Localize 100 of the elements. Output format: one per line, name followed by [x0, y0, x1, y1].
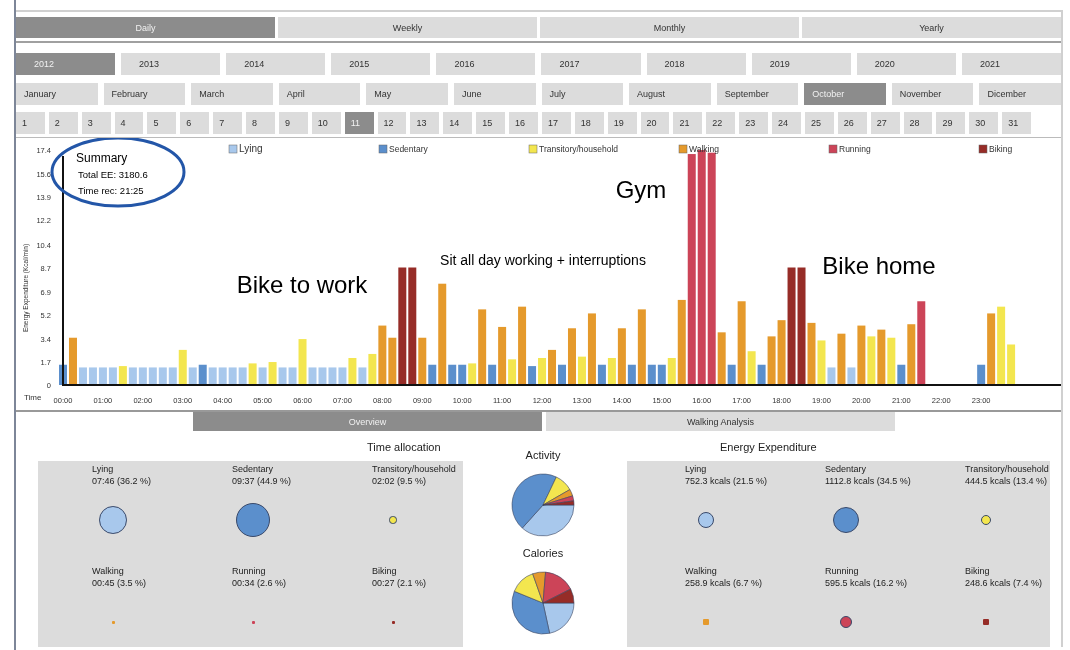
month-tab[interactable]: May: [366, 83, 448, 105]
day-tab[interactable]: 18: [574, 112, 604, 134]
activity-name: Sedentary: [232, 463, 275, 475]
period-tab[interactable]: Yearly: [802, 17, 1061, 38]
view-tab[interactable]: Walking Analysis: [546, 412, 895, 431]
chart-bar: [118, 366, 127, 385]
day-tab[interactable]: 25: [804, 112, 834, 134]
legend-label: Lying: [239, 143, 263, 154]
day-tab[interactable]: 19: [607, 112, 637, 134]
legend-swatch: [828, 144, 838, 154]
chart-bar: [328, 367, 337, 385]
chart-bar: [208, 367, 217, 385]
activity-value: 00:34 (2.6 %): [232, 577, 288, 589]
chart-bar: [218, 367, 227, 385]
day-tab[interactable]: 8: [246, 112, 275, 134]
chart-annotation: Sit all day working + interruptions: [440, 252, 646, 268]
year-tab[interactable]: 2019: [751, 53, 851, 75]
year-tab[interactable]: 2021: [961, 53, 1061, 75]
year-tab[interactable]: 2018: [646, 53, 746, 75]
chart-bar: [228, 367, 237, 385]
day-tab[interactable]: 7: [213, 112, 243, 134]
month-tab[interactable]: June: [453, 83, 536, 105]
year-tab[interactable]: 2017: [541, 53, 641, 75]
chart-bar: [258, 367, 267, 385]
activity-name: Lying: [685, 463, 708, 475]
year-tab[interactable]: 2020: [856, 53, 956, 75]
chart-title: Activity: [525, 449, 561, 461]
chart-bar: [877, 329, 886, 385]
chart-bar: [278, 367, 287, 385]
activity-name: Transitory/household: [965, 463, 1050, 475]
day-tab[interactable]: 23: [739, 112, 769, 134]
month-tab[interactable]: August: [629, 83, 711, 105]
legend-swatch: [978, 144, 988, 154]
day-tab[interactable]: 3: [81, 112, 111, 134]
day-tab[interactable]: 31: [1002, 112, 1031, 134]
day-tab[interactable]: 28: [903, 112, 933, 134]
day-tab[interactable]: 10: [311, 112, 341, 134]
day-tab[interactable]: 12: [377, 112, 407, 134]
month-tab[interactable]: September: [716, 83, 799, 105]
day-tab[interactable]: 6: [180, 112, 210, 134]
day-tab[interactable]: 27: [870, 112, 900, 134]
day-tab[interactable]: 2: [48, 112, 78, 134]
activity-value: 444.5 kcals (13.4 %): [965, 475, 1049, 487]
day-tab[interactable]: 24: [772, 112, 801, 134]
day-tab[interactable]: 16: [509, 112, 538, 134]
day-tab[interactable]: 26: [837, 112, 867, 134]
day-tab[interactable]: 14: [443, 112, 473, 134]
activity-name: Transitory/household: [372, 463, 457, 475]
month-tab[interactable]: July: [541, 83, 624, 105]
legend-swatch: [228, 144, 238, 154]
panel-title: Energy Expenditure: [719, 441, 818, 455]
day-tab[interactable]: 29: [936, 112, 966, 134]
legend-label: Biking: [989, 144, 1013, 154]
activity-value: 02:02 (9.5 %): [372, 475, 428, 487]
chart-bar: [148, 367, 157, 385]
year-tab[interactable]: 2013: [121, 53, 221, 75]
month-tab[interactable]: January: [16, 83, 98, 105]
period-tab[interactable]: Monthly: [540, 17, 799, 38]
pie-chart-drawing: [511, 571, 575, 635]
chart-bar: [138, 367, 147, 385]
period-tab[interactable]: Weekly: [278, 17, 537, 38]
day-tab[interactable]: 20: [640, 112, 670, 134]
month-tab[interactable]: March: [191, 83, 273, 105]
chart-bar: [88, 367, 97, 385]
month-tab[interactable]: February: [103, 83, 186, 105]
activity-value: 752.3 kcals (21.5 %): [685, 475, 769, 487]
activity-name: Walking: [685, 565, 718, 577]
chart-bar: [318, 367, 327, 385]
chart-annotation: Bike to work: [236, 271, 368, 298]
legend-swatch: [378, 144, 388, 154]
legend-label: Sedentary: [389, 144, 428, 154]
day-tab[interactable]: 30: [969, 112, 999, 134]
day-tab[interactable]: 5: [147, 112, 177, 134]
activity-value: 248.6 kcals (7.4 %): [965, 577, 1044, 589]
activity-name: Running: [825, 565, 860, 577]
legend-label: Walking: [689, 144, 719, 154]
day-tab[interactable]: 1: [16, 112, 45, 134]
activity-name: Sedentary: [825, 463, 868, 475]
pie-chart-drawing: [511, 473, 575, 537]
panel-title: Time allocation: [366, 441, 442, 455]
activity-value: 09:37 (44.9 %): [232, 475, 293, 487]
chart-bar: [458, 364, 467, 385]
chart-bar: [158, 367, 167, 385]
day-tab[interactable]: 9: [278, 112, 308, 134]
month-tab[interactable]: April: [278, 83, 361, 105]
month-tab[interactable]: Dicember: [979, 83, 1061, 105]
chart-bar: [98, 367, 107, 385]
day-tab[interactable]: 15: [476, 112, 506, 134]
day-tab[interactable]: 13: [410, 112, 440, 134]
year-tab[interactable]: 2016: [436, 53, 536, 75]
day-tab[interactable]: 22: [706, 112, 736, 134]
day-tab[interactable]: 17: [541, 112, 571, 134]
day-tab[interactable]: 21: [673, 112, 703, 134]
month-tab[interactable]: November: [891, 83, 974, 105]
year-tab[interactable]: 2015: [331, 53, 431, 75]
chart-bar: [128, 367, 137, 385]
chart-title: Calories: [522, 547, 564, 559]
year-tab[interactable]: 2014: [226, 53, 326, 75]
chart-bar: [538, 358, 547, 385]
day-tab[interactable]: 4: [114, 112, 144, 134]
